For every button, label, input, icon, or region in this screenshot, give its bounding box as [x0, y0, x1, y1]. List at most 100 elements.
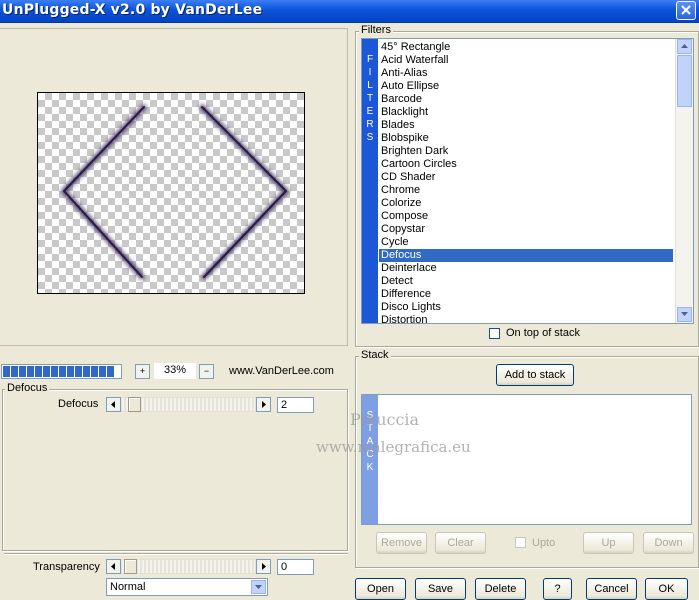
filter-list[interactable]: FILTERS 45° Rectangle Acid Waterfall Anti-…: [361, 38, 694, 324]
filter-list-item[interactable]: Disco Lights: [379, 301, 673, 314]
scroll-up-button[interactable]: [677, 39, 692, 54]
blend-mode-value: Normal: [110, 581, 146, 593]
filter-list-item[interactable]: Acid Waterfall: [379, 54, 673, 67]
progress-bar: [1, 364, 122, 379]
window-title: UnPlugged-X v2.0 by VanDerLee: [2, 2, 263, 18]
params-group-title: Defocus: [5, 382, 50, 394]
open-button[interactable]: Open: [355, 578, 406, 600]
progress-segment: [35, 366, 42, 377]
strip-letter: S: [366, 132, 374, 143]
close-icon: [681, 5, 691, 15]
divider: [4, 553, 348, 555]
filter-list-item[interactable]: CD Shader: [379, 171, 673, 184]
transparency-label: Transparency: [33, 561, 100, 573]
strip-letter: E: [366, 106, 374, 117]
progress-segment: [67, 366, 74, 377]
watermark-line1: Pinuccia: [350, 410, 420, 429]
filter-list-item[interactable]: Chrome: [379, 184, 673, 197]
filter-list-item[interactable]: Blobspike: [379, 132, 673, 145]
transparency-slider[interactable]: [121, 559, 256, 574]
remove-button[interactable]: Remove: [376, 532, 427, 554]
transparency-slider-thumb[interactable]: [124, 559, 137, 574]
filter-list-item[interactable]: 45° Rectangle: [379, 41, 673, 54]
chevron-up-icon: [681, 44, 688, 48]
upto-label: Upto: [532, 537, 556, 549]
on-top-checkbox[interactable]: [489, 328, 500, 339]
progress-segment: [11, 366, 18, 377]
zoom-out-button[interactable]: −: [199, 364, 214, 379]
progress-segment: [19, 366, 26, 377]
help-button[interactable]: ?: [543, 578, 572, 600]
filter-list-item[interactable]: Blades: [379, 119, 673, 132]
transparency-value-input[interactable]: 0: [277, 559, 314, 575]
arrow-right-icon: [262, 401, 266, 408]
defocus-slider[interactable]: [121, 397, 256, 412]
filter-list-item[interactable]: Brighten Dark: [379, 145, 673, 158]
filter-list-item[interactable]: Distortion: [379, 314, 673, 323]
progress-segment: [51, 366, 58, 377]
chevron-down-icon: [681, 312, 688, 316]
filter-list-item[interactable]: Barcode: [379, 93, 673, 106]
filter-list-item[interactable]: Detect: [379, 275, 673, 288]
title-bar[interactable]: UnPlugged-X v2.0 by VanDerLee: [0, 0, 699, 23]
chevron-down-icon: [255, 585, 262, 589]
params-group: [2, 389, 348, 551]
filter-list-item[interactable]: Copystar: [379, 223, 673, 236]
progress-segment: [3, 366, 10, 377]
on-top-label: On top of stack: [506, 327, 580, 339]
zoom-value: 33%: [154, 363, 196, 379]
strip-letter: T: [366, 93, 374, 104]
down-button[interactable]: Down: [643, 532, 694, 554]
scroll-thumb[interactable]: [677, 55, 692, 107]
filter-list-item[interactable]: Blacklight: [379, 106, 673, 119]
watermark-line2: www.malegrafica.eu: [316, 438, 471, 456]
filter-list-item[interactable]: Difference: [379, 288, 673, 301]
arrow-left-icon: [111, 401, 115, 408]
delete-button[interactable]: Delete: [475, 578, 526, 600]
progress-segment: [43, 366, 50, 377]
ok-button[interactable]: OK: [645, 578, 688, 600]
progress-segment: [59, 366, 66, 377]
blend-mode-select[interactable]: Normal: [106, 578, 268, 596]
progress-segment: [91, 366, 98, 377]
arrow-left-icon: [111, 563, 115, 570]
scroll-down-button[interactable]: [677, 307, 692, 322]
preview-shape: [60, 104, 290, 280]
defocus-increase-button[interactable]: [256, 397, 271, 412]
defocus-value-input[interactable]: 2: [277, 397, 314, 413]
arrow-right-icon: [262, 563, 266, 570]
blend-mode-dropdown-button[interactable]: [251, 580, 266, 594]
preview-canvas[interactable]: [37, 92, 305, 294]
strip-letter: L: [367, 80, 373, 91]
filter-list-item[interactable]: Anti-Alias: [379, 67, 673, 80]
cancel-button[interactable]: Cancel: [586, 578, 637, 600]
close-button[interactable]: [676, 1, 696, 20]
strip-letter: I: [368, 67, 372, 78]
website-link[interactable]: www.VanDerLee.com: [229, 365, 334, 377]
progress-segment: [75, 366, 82, 377]
defocus-decrease-button[interactable]: [106, 397, 121, 412]
upto-checkbox[interactable]: [515, 537, 526, 548]
filter-list-item[interactable]: Deinterlace: [379, 262, 673, 275]
strip-letter: R: [366, 119, 374, 130]
save-button[interactable]: Save: [415, 578, 466, 600]
progress-segment: [99, 366, 106, 377]
add-to-stack-button[interactable]: Add to stack: [496, 364, 574, 386]
clear-button[interactable]: Clear: [435, 532, 486, 554]
filter-list-item[interactable]: Auto Ellipse: [379, 80, 673, 93]
filter-list-item[interactable]: Colorize: [379, 197, 673, 210]
transparency-decrease-button[interactable]: [106, 559, 121, 574]
zoom-in-button[interactable]: +: [135, 364, 150, 379]
up-button[interactable]: Up: [583, 532, 634, 554]
filter-list-item[interactable]: Cartoon Circles: [379, 158, 673, 171]
filter-list-item[interactable]: Defocus: [379, 249, 673, 262]
progress-segment: [83, 366, 90, 377]
strip-letter: K: [366, 462, 374, 473]
filter-list-item[interactable]: Compose: [379, 210, 673, 223]
defocus-label: Defocus: [58, 398, 99, 410]
transparency-increase-button[interactable]: [256, 559, 271, 574]
filter-list-scrollbar[interactable]: [675, 39, 693, 323]
progress-segment: [27, 366, 34, 377]
defocus-slider-thumb[interactable]: [128, 397, 141, 412]
filter-list-item[interactable]: Cycle: [379, 236, 673, 249]
